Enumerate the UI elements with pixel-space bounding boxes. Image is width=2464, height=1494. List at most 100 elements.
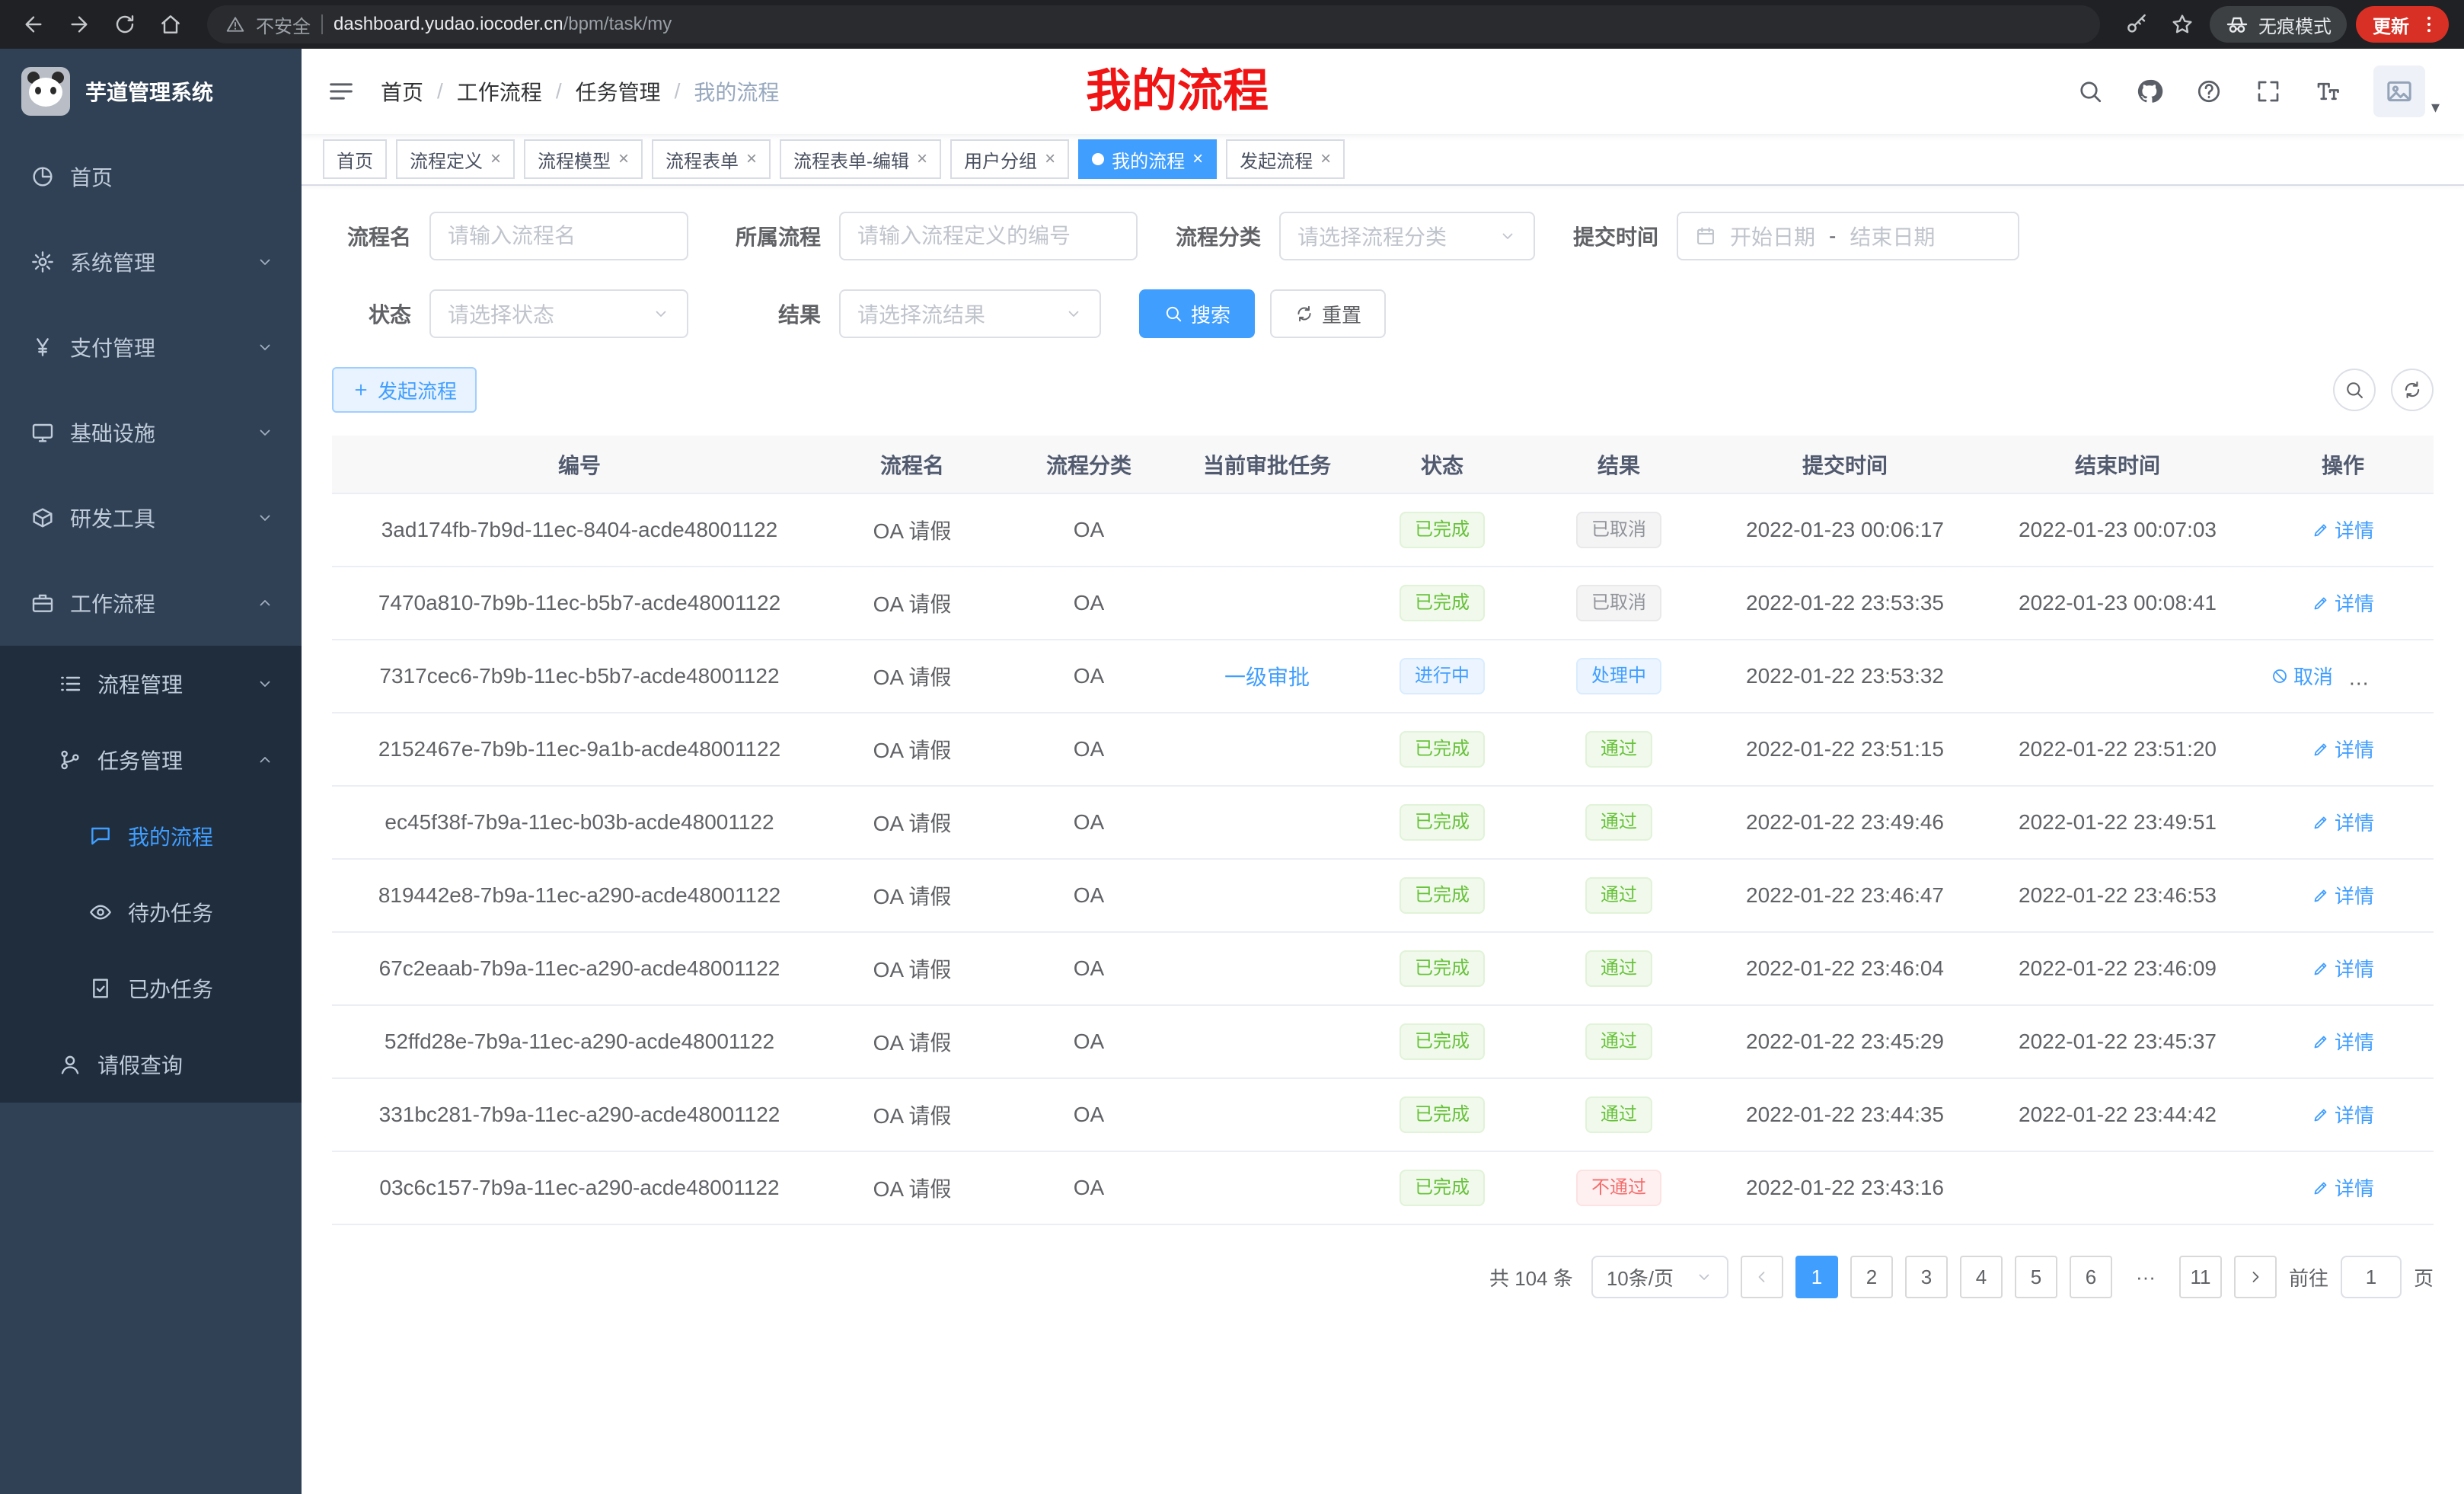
next-page-button[interactable] (2234, 1256, 2277, 1298)
col-actions: 操作 (2252, 436, 2434, 493)
page-button-2[interactable]: 2 (1850, 1256, 1893, 1298)
page-button-4[interactable]: 4 (1960, 1256, 2003, 1298)
table-row: 7470a810-7b9b-11ec-b5b7-acde48001122 OA … (332, 567, 2434, 640)
user-avatar-menu[interactable]: ▾ (2373, 65, 2440, 117)
active-tab-dot (1092, 153, 1104, 165)
tab-my-process[interactable]: 我的流程× (1078, 139, 1217, 179)
goto-page-input[interactable] (2341, 1256, 2402, 1298)
fullscreen-icon[interactable] (2255, 78, 2282, 105)
tab-process-definition[interactable]: 流程定义× (396, 139, 515, 179)
status-tag: 已完成 (1400, 1170, 1485, 1206)
reset-button[interactable]: 重置 (1270, 289, 1386, 338)
sidebar-item-task-mgmt[interactable]: 任务管理 (0, 722, 302, 798)
date-end-placeholder[interactable]: 结束日期 (1850, 221, 1935, 251)
sidebar-item-infra[interactable]: 基础设施 (0, 390, 302, 475)
more-pages-button[interactable]: ··· (2124, 1256, 2167, 1298)
address-bar[interactable]: 不安全 dashboard.yudao.iocoder.cn/bpm/task/… (207, 5, 2100, 43)
result-tag: 通过 (1585, 731, 1652, 768)
status-select[interactable]: 请选择状态 (429, 289, 688, 338)
tab-process-form-edit[interactable]: 流程表单-编辑× (780, 139, 941, 179)
sidebar-item-system[interactable]: 系统管理 (0, 219, 302, 305)
browser-update-button[interactable]: 更新 (2356, 6, 2449, 43)
tab-close-icon[interactable]: × (1320, 150, 1331, 168)
bookmark-star-icon[interactable] (2164, 6, 2201, 43)
page-button-11[interactable]: 11 (2179, 1256, 2222, 1298)
process-definition-input[interactable] (839, 212, 1138, 260)
sidebar-item-payment[interactable]: 支付管理 (0, 305, 302, 390)
toggle-search-button[interactable] (2333, 369, 2376, 411)
page-button-5[interactable]: 5 (2015, 1256, 2057, 1298)
submit-time-range-picker[interactable]: 开始日期 - 结束日期 (1677, 212, 2019, 260)
refresh-table-button[interactable] (2391, 369, 2434, 411)
sidebar-item-devtools[interactable]: 研发工具 (0, 475, 302, 560)
cell-submit-time: 2022-01-23 00:06:17 (1707, 493, 1983, 567)
search-button[interactable]: 搜索 (1139, 289, 1255, 338)
detail-link[interactable]: 详情 (2312, 735, 2374, 763)
sidebar-item-leave-query[interactable]: 请假查询 (0, 1026, 302, 1103)
start-process-button[interactable]: 发起流程 (332, 367, 477, 413)
detail-link[interactable]: 详情 (2312, 808, 2374, 836)
breadcrumb-item-task-mgmt[interactable]: 任务管理 (576, 76, 661, 107)
help-icon[interactable] (2195, 78, 2223, 105)
page-button-3[interactable]: 3 (1905, 1256, 1948, 1298)
page-size-select[interactable]: 10条/页 (1591, 1256, 1728, 1298)
page-button-1[interactable]: 1 (1795, 1256, 1838, 1298)
sidebar-item-process-mgmt[interactable]: 流程管理 (0, 646, 302, 722)
task-link[interactable]: 一级审批 (1224, 666, 1310, 689)
cell-actions: 取消 详情 (2252, 932, 2434, 1005)
prev-page-button[interactable] (1741, 1256, 1783, 1298)
browser-back-button[interactable] (15, 6, 52, 43)
pagination: 共 104 条 10条/页 1 2 3 4 5 6 ··· 11 前往 页 (332, 1256, 2434, 1298)
category-select[interactable]: 请选择流程分类 (1279, 212, 1535, 260)
tab-process-form[interactable]: 流程表单× (652, 139, 771, 179)
screen: 不安全 dashboard.yudao.iocoder.cn/bpm/task/… (0, 0, 2464, 1494)
sidebar-item-workflow[interactable]: 工作流程 (0, 560, 302, 646)
process-name-input[interactable] (429, 212, 688, 260)
sidebar-item-home[interactable]: 首页 (0, 134, 302, 219)
result-select[interactable]: 请选择流结果 (839, 289, 1101, 338)
tab-home[interactable]: 首页 (323, 139, 387, 179)
tab-user-group[interactable]: 用户分组× (950, 139, 1069, 179)
detail-link[interactable]: 详情 (2312, 954, 2374, 982)
sidebar-item-my-process[interactable]: 我的流程 (0, 798, 302, 874)
browser-home-button[interactable] (152, 6, 189, 43)
detail-link[interactable]: 详情 (2312, 1100, 2374, 1128)
status-tag: 已完成 (1400, 804, 1485, 841)
chevron-down-icon (256, 509, 274, 527)
breadcrumb-item-home[interactable]: 首页 (381, 76, 423, 107)
detail-link[interactable]: 详情 (2312, 1173, 2374, 1202)
detail-link[interactable]: 详情 (2312, 1027, 2374, 1055)
tab-close-icon[interactable]: × (917, 150, 927, 168)
browser-reload-button[interactable] (107, 6, 143, 43)
tab-close-icon[interactable]: × (618, 150, 629, 168)
page-button-6[interactable]: 6 (2070, 1256, 2112, 1298)
detail-link[interactable]: 详情 (2312, 516, 2374, 544)
browser-forward-button[interactable] (61, 6, 97, 43)
sidebar-item-done-tasks[interactable]: 已办任务 (0, 950, 302, 1026)
tab-close-icon[interactable]: × (490, 150, 501, 168)
date-start-placeholder[interactable]: 开始日期 (1730, 221, 1815, 251)
tab-process-model[interactable]: 流程模型× (524, 139, 643, 179)
detail-link[interactable]: 详情 (2357, 662, 2420, 690)
tab-close-icon[interactable]: × (1192, 150, 1203, 168)
browser-menu-icon[interactable] (2418, 14, 2440, 35)
font-size-icon[interactable] (2314, 78, 2341, 105)
header-search-icon[interactable] (2076, 78, 2104, 105)
password-key-icon[interactable] (2118, 6, 2155, 43)
cell-id: 2152467e-7b9b-11ec-9a1b-acde48001122 (332, 713, 827, 786)
security-label[interactable]: 不安全 (256, 11, 311, 38)
avatar (2373, 65, 2425, 117)
tab-close-icon[interactable]: × (1045, 150, 1055, 168)
cell-category: OA (997, 713, 1180, 786)
sidebar-item-todo-tasks[interactable]: 待办任务 (0, 874, 302, 950)
detail-link[interactable]: 详情 (2312, 881, 2374, 909)
tab-start-process[interactable]: 发起流程× (1226, 139, 1345, 179)
breadcrumb-item-workflow[interactable]: 工作流程 (457, 76, 542, 107)
github-icon[interactable] (2136, 78, 2163, 105)
tab-close-icon[interactable]: × (746, 150, 757, 168)
detail-link[interactable]: 详情 (2312, 589, 2374, 617)
cancel-link[interactable]: 取消 (2271, 662, 2333, 690)
edit-icon (2312, 740, 2330, 758)
cell-id: 7317cec6-7b9b-11ec-b5b7-acde48001122 (332, 640, 827, 713)
hamburger-icon[interactable] (326, 76, 356, 107)
